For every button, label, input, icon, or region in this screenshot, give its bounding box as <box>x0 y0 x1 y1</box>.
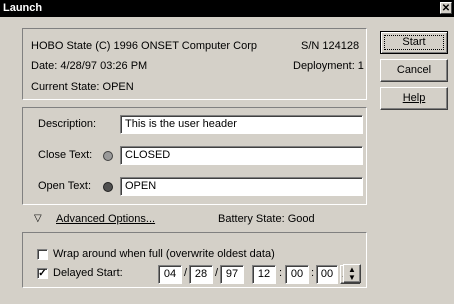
date-separator: / <box>184 267 188 279</box>
delayed-start-label: Delayed Start: <box>53 267 123 279</box>
hour-field[interactable]: 12 <box>252 265 276 284</box>
second-field[interactable]: 00 <box>316 265 338 284</box>
cancel-button[interactable]: Cancel <box>380 59 448 82</box>
header-line: HOBO State (C) 1996 ONSET Computer Corp <box>31 40 257 52</box>
texts-panel: Description: This is the user header Clo… <box>22 107 367 205</box>
description-label: Description: <box>38 118 97 130</box>
close-text-field[interactable]: CLOSED <box>120 146 363 165</box>
start-button[interactable]: Start <box>380 31 448 54</box>
window-title: Launch <box>3 2 43 14</box>
open-indicator-icon <box>103 182 113 192</box>
title-bar: Launch ✕ <box>0 0 454 17</box>
current-state: Current State: OPEN <box>31 81 134 93</box>
help-button[interactable]: Help <box>380 87 448 110</box>
serial-number: S/N 124128 <box>301 40 360 52</box>
open-text-field[interactable]: OPEN <box>120 177 363 196</box>
description-field[interactable]: This is the user header <box>120 115 363 134</box>
close-icon[interactable]: ✕ <box>440 2 452 14</box>
advanced-options-toggle[interactable]: Advanced Options... <box>56 213 155 225</box>
year-field[interactable]: 97 <box>220 265 244 284</box>
delayed-start-checkbox[interactable]: ✓ <box>37 268 48 279</box>
battery-state: Battery State: Good <box>218 213 315 225</box>
date-separator: / <box>215 267 219 279</box>
advanced-panel: Wrap around when full (overwrite oldest … <box>22 232 367 288</box>
wrap-checkbox[interactable] <box>37 249 48 260</box>
spin-down-icon[interactable]: ▼ <box>344 274 360 282</box>
deployment-count: Deployment: 1 <box>293 60 364 72</box>
wrap-label: Wrap around when full (overwrite oldest … <box>53 248 275 260</box>
help-label: Help <box>402 92 426 104</box>
time-spinner[interactable]: ▲ ▼ <box>343 264 361 283</box>
info-panel: HOBO State (C) 1996 ONSET Computer Corp … <box>22 28 367 100</box>
close-text-label: Close Text: <box>38 149 93 161</box>
open-text-label: Open Text: <box>38 180 91 192</box>
day-field[interactable]: 28 <box>189 265 213 284</box>
date-line: Date: 4/28/97 03:26 PM <box>31 60 148 72</box>
close-indicator-icon <box>103 151 113 161</box>
chevron-down-icon[interactable]: ▽ <box>34 213 42 224</box>
start-label: Start <box>384 35 444 50</box>
time-separator: : <box>311 267 315 279</box>
month-field[interactable]: 04 <box>158 265 182 284</box>
time-separator: : <box>279 267 283 279</box>
minute-field[interactable]: 00 <box>285 265 309 284</box>
